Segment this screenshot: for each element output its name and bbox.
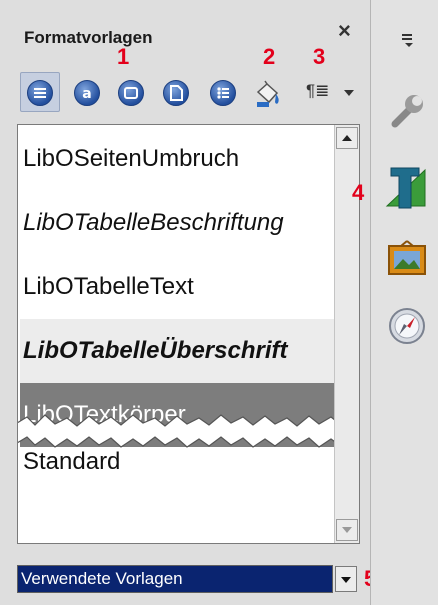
callout-2: 2 <box>263 44 276 69</box>
callout-1: 1 <box>117 44 130 69</box>
list-item[interactable]: LibOTabelleBeschriftung <box>20 191 334 255</box>
character-styles-icon[interactable]: a <box>74 80 100 106</box>
new-style-button[interactable]: ¶≣ <box>306 80 362 106</box>
callout-4: 4 <box>352 180 365 205</box>
chevron-down-icon[interactable] <box>344 90 354 96</box>
list-styles-icon[interactable] <box>210 80 236 106</box>
navigator-icon[interactable] <box>387 306 427 346</box>
svg-text:a: a <box>82 86 91 102</box>
gallery-icon[interactable] <box>387 240 427 276</box>
close-button[interactable]: × <box>338 20 351 42</box>
styles-list[interactable]: LibOSeitenUmbruch LibOTabelleBeschriftun… <box>17 124 360 544</box>
style-filter-dropdown[interactable]: Verwendete Vorlagen <box>17 565 357 593</box>
page-styles-icon[interactable] <box>163 80 189 106</box>
sidebar-menu-icon[interactable] <box>401 32 417 48</box>
callout-3: 3 <box>313 44 326 69</box>
list-item[interactable]: LibOTabelleÜberschrift <box>20 319 334 383</box>
list-item[interactable]: LibOSeitenUmbruch <box>20 127 334 191</box>
torn-edge-divider <box>18 414 359 448</box>
properties-wrench-icon[interactable] <box>387 92 427 132</box>
panel-title: Formatvorlagen <box>24 28 153 47</box>
styles-formatting-icon[interactable] <box>383 164 429 212</box>
frame-styles-icon[interactable] <box>118 80 144 106</box>
scroll-down-button[interactable] <box>336 519 358 541</box>
fill-format-mode-icon[interactable] <box>252 78 284 110</box>
new-style-icon: ¶≣ <box>306 81 330 100</box>
styles-panel: Formatvorlagen × 1 2 3 a ¶≣ LibOSeitenUm… <box>0 0 376 605</box>
scroll-up-button[interactable] <box>336 127 358 149</box>
sidebar-deck <box>370 0 438 605</box>
style-filter-value[interactable]: Verwendete Vorlagen <box>17 565 333 593</box>
paragraph-styles-icon[interactable] <box>27 80 53 106</box>
list-item[interactable]: LibOTabelleText <box>20 255 334 319</box>
filter-dropdown-button[interactable] <box>335 566 357 592</box>
